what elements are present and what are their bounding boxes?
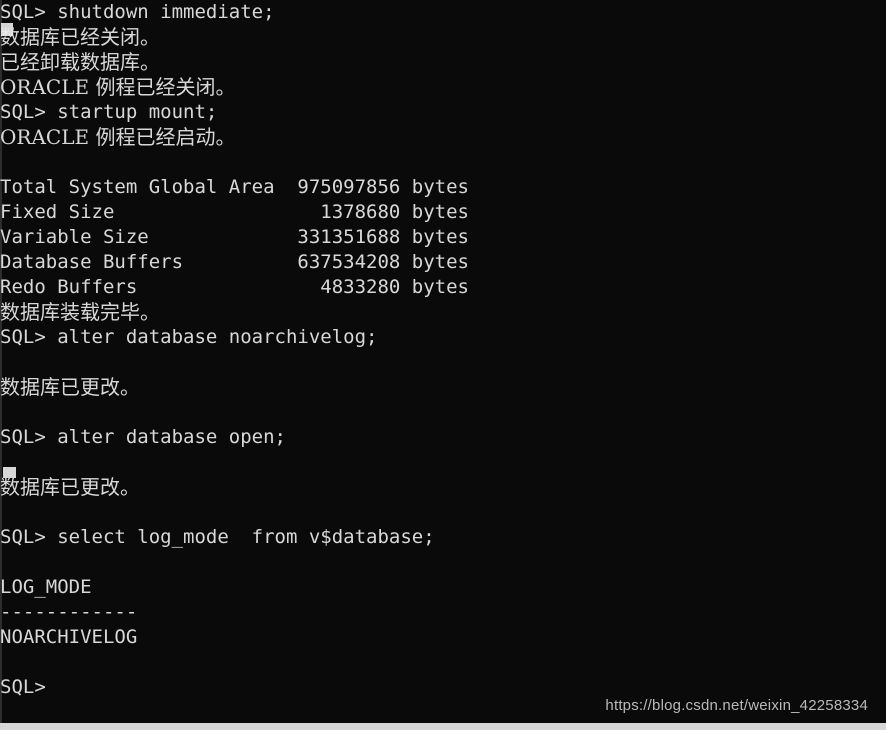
terminal-line: Fixed Size 1378680 bytes (0, 201, 469, 223)
terminal-line: SQL> select log_mode from v$database; (0, 526, 435, 548)
terminal-line: 已经卸载数据库。 (0, 50, 160, 74)
terminal-line: 数据库已经关闭。 (0, 25, 160, 49)
terminal-line: 数据库已更改。 (0, 375, 140, 399)
text-cursor-block-middle (3, 467, 16, 478)
terminal-line: NOARCHIVELOG (0, 626, 138, 648)
text-cursor-block-top (1, 23, 13, 36)
terminal-line: ORACLE 例程已经启动。 (0, 125, 236, 149)
csdn-blog-watermark: https://blog.csdn.net/weixin_42258334 (605, 697, 868, 714)
terminal-line: ORACLE 例程已经关闭。 (0, 75, 236, 99)
terminal-line: SQL> shutdown immediate; (0, 1, 275, 23)
terminal-window[interactable]: SQL> shutdown immediate; 数据库已经关闭。 已经卸载数据库。… (0, 0, 886, 730)
terminal-line: Total System Global Area 975097856 bytes (0, 176, 469, 198)
terminal-console-output[interactable]: SQL> shutdown immediate; 数据库已经关闭。 已经卸载数据库。… (0, 0, 886, 700)
terminal-line: Redo Buffers 4833280 bytes (0, 276, 469, 298)
terminal-line: SQL> startup mount; (0, 101, 218, 123)
terminal-line: LOG_MODE (0, 576, 92, 598)
terminal-line: SQL> alter database open; (0, 426, 286, 448)
terminal-line: Variable Size 331351688 bytes (0, 226, 469, 248)
terminal-line: 数据库装载完毕。 (0, 300, 160, 324)
terminal-line: ------------ (0, 601, 138, 623)
window-bottom-strip (0, 723, 886, 730)
terminal-line: SQL> alter database noarchivelog; (0, 326, 378, 348)
terminal-line: Database Buffers 637534208 bytes (0, 251, 469, 273)
terminal-line: 数据库已更改。 (0, 475, 140, 499)
